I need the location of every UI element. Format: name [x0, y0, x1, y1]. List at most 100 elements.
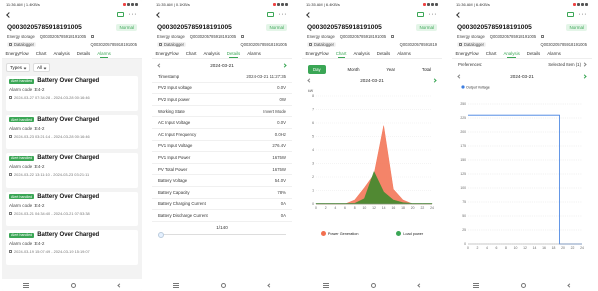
tab-energyflow[interactable]: EnergyFlow	[452, 48, 482, 58]
selected-date[interactable]: 2024-03-21	[210, 63, 234, 68]
datalogger-sn: Q003020578591819	[399, 41, 437, 47]
x-tick-label: 24	[580, 246, 584, 250]
more-icon[interactable]: ···	[279, 11, 288, 18]
calendar-icon	[9, 134, 12, 138]
time-slider[interactable]	[158, 231, 286, 238]
phone-alarms: 11:36 AM | 1.4KB/s ··· Q0030205785918191…	[2, 0, 142, 291]
menu-icon[interactable]	[473, 284, 479, 286]
back-nav-icon[interactable]	[567, 282, 572, 288]
slider-handle[interactable]	[158, 231, 164, 238]
card-icon[interactable]	[416, 12, 424, 17]
alarm-card[interactable]: Alert handled Battery Over Charged Alarm …	[6, 114, 138, 149]
detail-row: Battery Charging Current 0A	[152, 199, 292, 211]
device-serial-small: Q0030205785918191005	[339, 33, 387, 39]
alarm-card[interactable]: Alert handled Battery Over Charged Alarm …	[6, 153, 138, 188]
calendar-icon	[9, 211, 12, 215]
selected-date[interactable]: 2024-03-21	[360, 78, 384, 83]
detail-value: 0A	[280, 201, 286, 207]
range-day[interactable]: Day	[308, 65, 326, 74]
tab-alarms[interactable]: Alarms	[394, 48, 415, 58]
tab-energyflow[interactable]: EnergyFlow	[302, 48, 332, 58]
x-tick-label: 10	[514, 246, 518, 250]
alarm-card[interactable]: Alert handled Battery Over Charged Alarm …	[6, 191, 138, 226]
all-filter[interactable]: All	[33, 63, 51, 72]
alarm-tag: Alert handled	[9, 232, 35, 238]
tab-alarms[interactable]: Alarms	[544, 48, 565, 58]
home-icon[interactable]	[371, 282, 376, 288]
tab-analysis[interactable]: Analysis	[500, 48, 523, 58]
tab-analysis[interactable]: Analysis	[50, 48, 73, 58]
alarm-card[interactable]: Alert handled Battery Over Charged Alarm …	[6, 230, 138, 265]
detail-label: AC Input Voltage	[158, 120, 191, 126]
next-day-icon[interactable]	[582, 73, 587, 79]
copy-icon[interactable]	[91, 34, 95, 38]
alarm-time: 2024-03-23 03:21:14 - 2024-03-28 00:16:4…	[14, 133, 90, 139]
range-month[interactable]: Month	[343, 65, 365, 74]
tab-energyflow[interactable]: EnergyFlow	[152, 48, 182, 58]
detail-label: Battery Charging Current	[158, 201, 206, 207]
back-nav-icon[interactable]	[417, 282, 422, 288]
alarm-code: Alarm code :E4-2	[9, 125, 45, 131]
tab-chart[interactable]: Chart	[332, 48, 350, 58]
back-icon[interactable]	[6, 11, 12, 18]
tab-details[interactable]: Details	[73, 48, 93, 58]
legend-generation[interactable]: Power Generation	[320, 231, 358, 236]
date-selector: 2024-03-21	[152, 59, 292, 71]
legend-load[interactable]: Load power	[396, 231, 423, 236]
more-icon[interactable]: ···	[579, 11, 588, 18]
x-tick-label: 12	[523, 246, 527, 250]
detail-row: PV1 Input Voltage 276.4V	[152, 141, 292, 153]
x-tick-label: 12	[372, 206, 376, 210]
back-nav-icon[interactable]	[267, 282, 272, 288]
legend-dot	[461, 85, 465, 89]
next-day-icon[interactable]	[282, 62, 287, 68]
range-total[interactable]: Total	[417, 65, 436, 74]
types-filter[interactable]: Types	[6, 63, 31, 72]
back-icon[interactable]	[306, 11, 312, 18]
alarm-tag: Alert handled	[9, 194, 35, 199]
back-icon[interactable]	[456, 11, 462, 18]
x-tick-label: 22	[420, 206, 424, 210]
tab-chart[interactable]: Chart	[182, 48, 200, 58]
y-tick-label: 7	[312, 108, 314, 112]
copy-icon[interactable]	[241, 34, 245, 38]
tab-details[interactable]: Details	[223, 48, 243, 58]
tab-chart[interactable]: Chart	[32, 48, 50, 58]
tab-energyflow[interactable]: EnergyFlow	[2, 48, 32, 58]
prev-day-icon[interactable]	[307, 77, 312, 83]
back-nav-icon[interactable]	[117, 282, 122, 288]
next-day-icon[interactable]	[432, 77, 437, 83]
status-bar: 11:36 AM | 1.4KB/s	[2, 0, 142, 9]
tab-alarms[interactable]: Alarms	[244, 48, 265, 58]
preferences-row[interactable]: Preferences: Selected Item (1)	[452, 59, 592, 70]
tab-details[interactable]: Details	[373, 48, 393, 58]
prev-day-icon[interactable]	[157, 62, 162, 68]
menu-icon[interactable]	[23, 284, 29, 286]
menu-icon[interactable]	[323, 284, 329, 286]
copy-icon[interactable]	[391, 34, 395, 38]
home-icon[interactable]	[221, 282, 226, 288]
top-bar: ···	[152, 9, 292, 20]
tab-analysis[interactable]: Analysis	[350, 48, 373, 58]
home-icon[interactable]	[521, 282, 526, 288]
card-icon[interactable]	[266, 12, 274, 17]
copy-icon[interactable]	[541, 34, 545, 38]
selected-date[interactable]: 2024-03-21	[510, 74, 534, 79]
alarm-card[interactable]: Alert handled Battery Over Charged Alarm …	[6, 76, 138, 111]
home-icon[interactable]	[71, 282, 76, 288]
back-icon[interactable]	[156, 11, 162, 18]
card-icon[interactable]	[116, 12, 124, 17]
tab-alarms[interactable]: Alarms	[94, 48, 115, 58]
tab-details[interactable]: Details	[523, 48, 543, 58]
prev-day-icon[interactable]	[457, 73, 462, 79]
menu-icon[interactable]	[173, 284, 179, 286]
range-year[interactable]: Year	[381, 65, 400, 74]
tab-analysis[interactable]: Analysis	[200, 48, 223, 58]
more-icon[interactable]: ···	[129, 11, 138, 18]
alarm-code: Alarm code :E4-2	[9, 202, 45, 208]
more-icon[interactable]: ···	[429, 11, 438, 18]
tab-chart[interactable]: Chart	[482, 48, 500, 58]
card-icon[interactable]	[566, 12, 574, 17]
alarm-time: 2024-03-21 04:34:40 - 2024-03-21 07:53:3…	[14, 210, 90, 216]
system-nav-bar	[152, 279, 292, 291]
